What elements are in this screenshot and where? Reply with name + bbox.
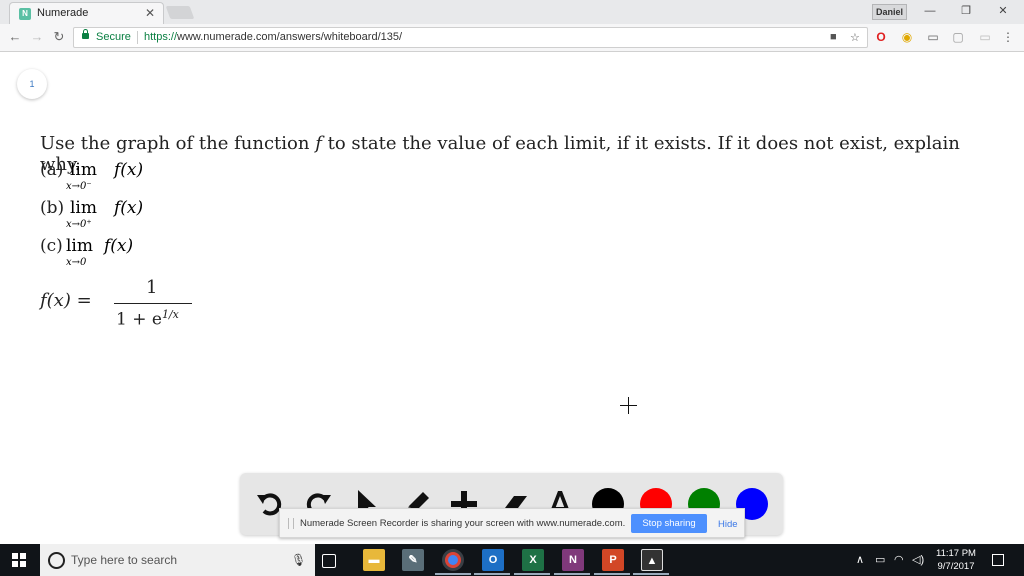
reload-icon[interactable]: ↻ [51, 29, 67, 45]
task-view-icon[interactable] [322, 554, 336, 568]
lock-icon [82, 29, 89, 39]
page-number-badge[interactable]: 1 [17, 69, 47, 99]
search-placeholder: Type here to search [71, 553, 178, 567]
cortana-icon [48, 552, 65, 569]
camera-icon[interactable]: ■ [830, 31, 837, 43]
screen-share-bar: Numerade Screen Recorder is sharing your… [279, 508, 745, 538]
formula-numerator: 1 [146, 277, 158, 298]
active-indicator [435, 573, 471, 575]
photos-icon[interactable]: ▲ [641, 549, 663, 571]
close-tab-icon[interactable]: ✕ [145, 6, 155, 20]
url-text[interactable]: https://www.numerade.com/answers/whitebo… [144, 31, 402, 43]
limit-operator: lim [66, 236, 93, 256]
notifications-icon[interactable] [992, 554, 1004, 566]
forward-arrow-icon[interactable]: → [29, 29, 45, 45]
profile-button[interactable]: Daniel [872, 4, 908, 20]
drag-handle-icon[interactable] [288, 518, 294, 529]
tray-chevron-icon[interactable]: ∧ [856, 553, 864, 566]
hide-button[interactable]: Hide [718, 519, 738, 530]
battery-icon[interactable]: ▭ [875, 553, 885, 566]
extension-icon[interactable]: ▢ [950, 29, 966, 45]
limit-subscript: x→0 [66, 257, 87, 268]
function-expression: f(x) [114, 160, 144, 180]
part-b: (b) [40, 198, 65, 218]
crosshair-cursor-icon [620, 397, 637, 414]
extension-icon-2[interactable]: ▭ [977, 29, 993, 45]
restore-icon[interactable]: ❐ [955, 3, 977, 19]
active-indicator [554, 573, 590, 575]
microphone-icon[interactable]: 🎙 [291, 553, 306, 567]
limit-operator: lim [70, 198, 97, 218]
question-text: Use the graph of the function f to state… [40, 133, 960, 175]
powerpoint-icon[interactable]: P [602, 549, 624, 571]
outlook-icon[interactable]: O [482, 549, 504, 571]
fraction-bar [114, 303, 192, 304]
active-indicator [474, 573, 510, 575]
wifi-icon[interactable]: ◠ [894, 553, 904, 566]
back-arrow-icon[interactable]: ← [7, 29, 23, 45]
windows-taskbar: Type here to search 🎙 ▬ ✎ O X N P ▲ ∧ ▭ … [0, 544, 1024, 576]
browser-tab[interactable]: N Numerade ✕ [9, 2, 164, 24]
numerade-favicon-icon: N [19, 8, 31, 20]
address-bar[interactable]: Secure https://www.numerade.com/answers/… [73, 27, 868, 48]
active-indicator [514, 573, 550, 575]
browser-toolbar: ← → ↻ Secure https://www.numerade.com/an… [0, 24, 1024, 52]
extension-play-icon[interactable]: ◉ [899, 29, 915, 45]
close-window-icon[interactable]: ✕ [992, 3, 1014, 19]
function-expression: f(x) [114, 198, 144, 218]
part-a: (a) [40, 160, 64, 180]
function-expression: f(x) [104, 236, 134, 256]
cast-icon[interactable]: ▭ [925, 29, 941, 45]
active-indicator [594, 573, 630, 575]
share-message: Numerade Screen Recorder is sharing your… [300, 518, 626, 529]
taskbar-clock[interactable]: 11:17 PM 9/7/2017 [934, 547, 978, 573]
onenote-icon[interactable]: N [562, 549, 584, 571]
divider [137, 31, 138, 44]
secure-label: Secure [96, 31, 131, 43]
excel-icon[interactable]: X [522, 549, 544, 571]
active-indicator [633, 573, 669, 575]
menu-icon[interactable]: ⋮ [1000, 29, 1016, 45]
limit-subscript: x→0⁺ [66, 219, 92, 230]
browser-title-bar: N Numerade ✕ Daniel — ❐ ✕ [0, 0, 1024, 24]
time: 11:17 PM [936, 548, 976, 559]
date: 9/7/2017 [937, 561, 975, 572]
chrome-icon[interactable] [442, 549, 464, 571]
windows-start-icon[interactable] [12, 553, 26, 567]
minimize-icon[interactable]: — [919, 3, 941, 19]
stop-sharing-button[interactable]: Stop sharing [631, 514, 707, 533]
app-icon[interactable]: ✎ [402, 549, 424, 571]
part-c: (c) [40, 236, 63, 256]
formula-denominator: 1 + e1/x [116, 308, 179, 330]
volume-icon[interactable]: ◁) [912, 553, 924, 566]
file-explorer-icon[interactable]: ▬ [363, 549, 385, 571]
tab-title: Numerade [37, 7, 89, 19]
bookmark-star-icon[interactable]: ☆ [850, 31, 860, 44]
new-tab-button[interactable] [165, 6, 195, 19]
opera-extension-icon[interactable]: O [873, 29, 889, 45]
limit-operator: lim [70, 160, 97, 180]
limit-subscript: x→0⁻ [66, 181, 92, 192]
taskbar-search-box[interactable]: Type here to search 🎙 [40, 544, 315, 576]
formula-lhs: f(x) = [40, 290, 92, 311]
